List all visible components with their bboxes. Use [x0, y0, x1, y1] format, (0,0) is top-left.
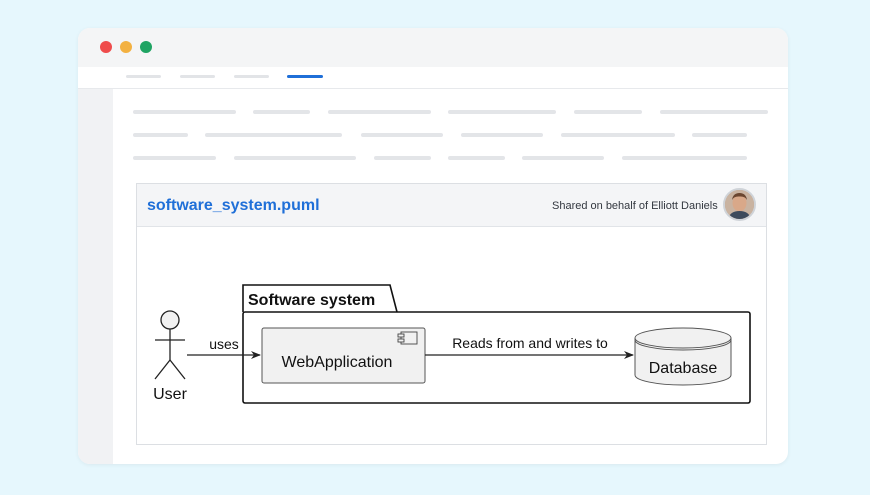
text-line-placeholder	[461, 133, 543, 137]
card-header: software_system.puml Shared on behalf of…	[137, 184, 766, 227]
tab-placeholder-2[interactable]	[180, 75, 215, 78]
package-label: Software system	[248, 292, 375, 309]
avatar[interactable]	[723, 188, 756, 221]
actor-label: User	[153, 386, 187, 403]
text-line-placeholder	[205, 133, 342, 137]
text-line-placeholder	[133, 133, 188, 137]
zoom-window-button[interactable]	[140, 41, 152, 53]
tab-placeholder-3[interactable]	[234, 75, 269, 78]
text-line-placeholder	[448, 110, 556, 114]
tab-active[interactable]	[287, 75, 323, 78]
text-line-placeholder	[133, 156, 216, 160]
text-line-placeholder	[561, 133, 675, 137]
text-line-placeholder	[622, 156, 747, 160]
database-label: Database	[649, 360, 718, 377]
uml-diagram: User Software system WebApplication Data…	[137, 228, 766, 444]
user-actor	[154, 310, 186, 380]
text-line-placeholder	[234, 156, 356, 160]
component-label: WebApplication	[282, 354, 393, 371]
person-avatar-icon	[725, 190, 754, 219]
text-line-placeholder	[574, 110, 642, 114]
text-line-placeholder	[374, 156, 431, 160]
title-bar	[78, 28, 788, 67]
minimize-window-button[interactable]	[120, 41, 132, 53]
reads-writes-edge-label: Reads from and writes to	[452, 335, 608, 351]
sidebar	[78, 89, 113, 464]
uses-edge-label: uses	[209, 336, 239, 352]
text-line-placeholder	[522, 156, 604, 160]
text-line-placeholder	[361, 133, 443, 137]
shared-by-text: Shared on behalf of Elliott Daniels	[552, 200, 718, 212]
text-line-placeholder	[133, 110, 236, 114]
text-line-placeholder	[253, 110, 310, 114]
component-icon	[397, 331, 418, 345]
close-window-button[interactable]	[100, 41, 112, 53]
text-line-placeholder	[448, 156, 505, 160]
file-name-link[interactable]: software_system.puml	[147, 197, 320, 215]
tab-placeholder-1[interactable]	[126, 75, 161, 78]
tab-bar	[78, 67, 788, 89]
text-line-placeholder	[328, 110, 431, 114]
text-line-placeholder	[660, 110, 768, 114]
text-line-placeholder	[692, 133, 747, 137]
diagram-card: software_system.puml Shared on behalf of…	[136, 183, 767, 445]
